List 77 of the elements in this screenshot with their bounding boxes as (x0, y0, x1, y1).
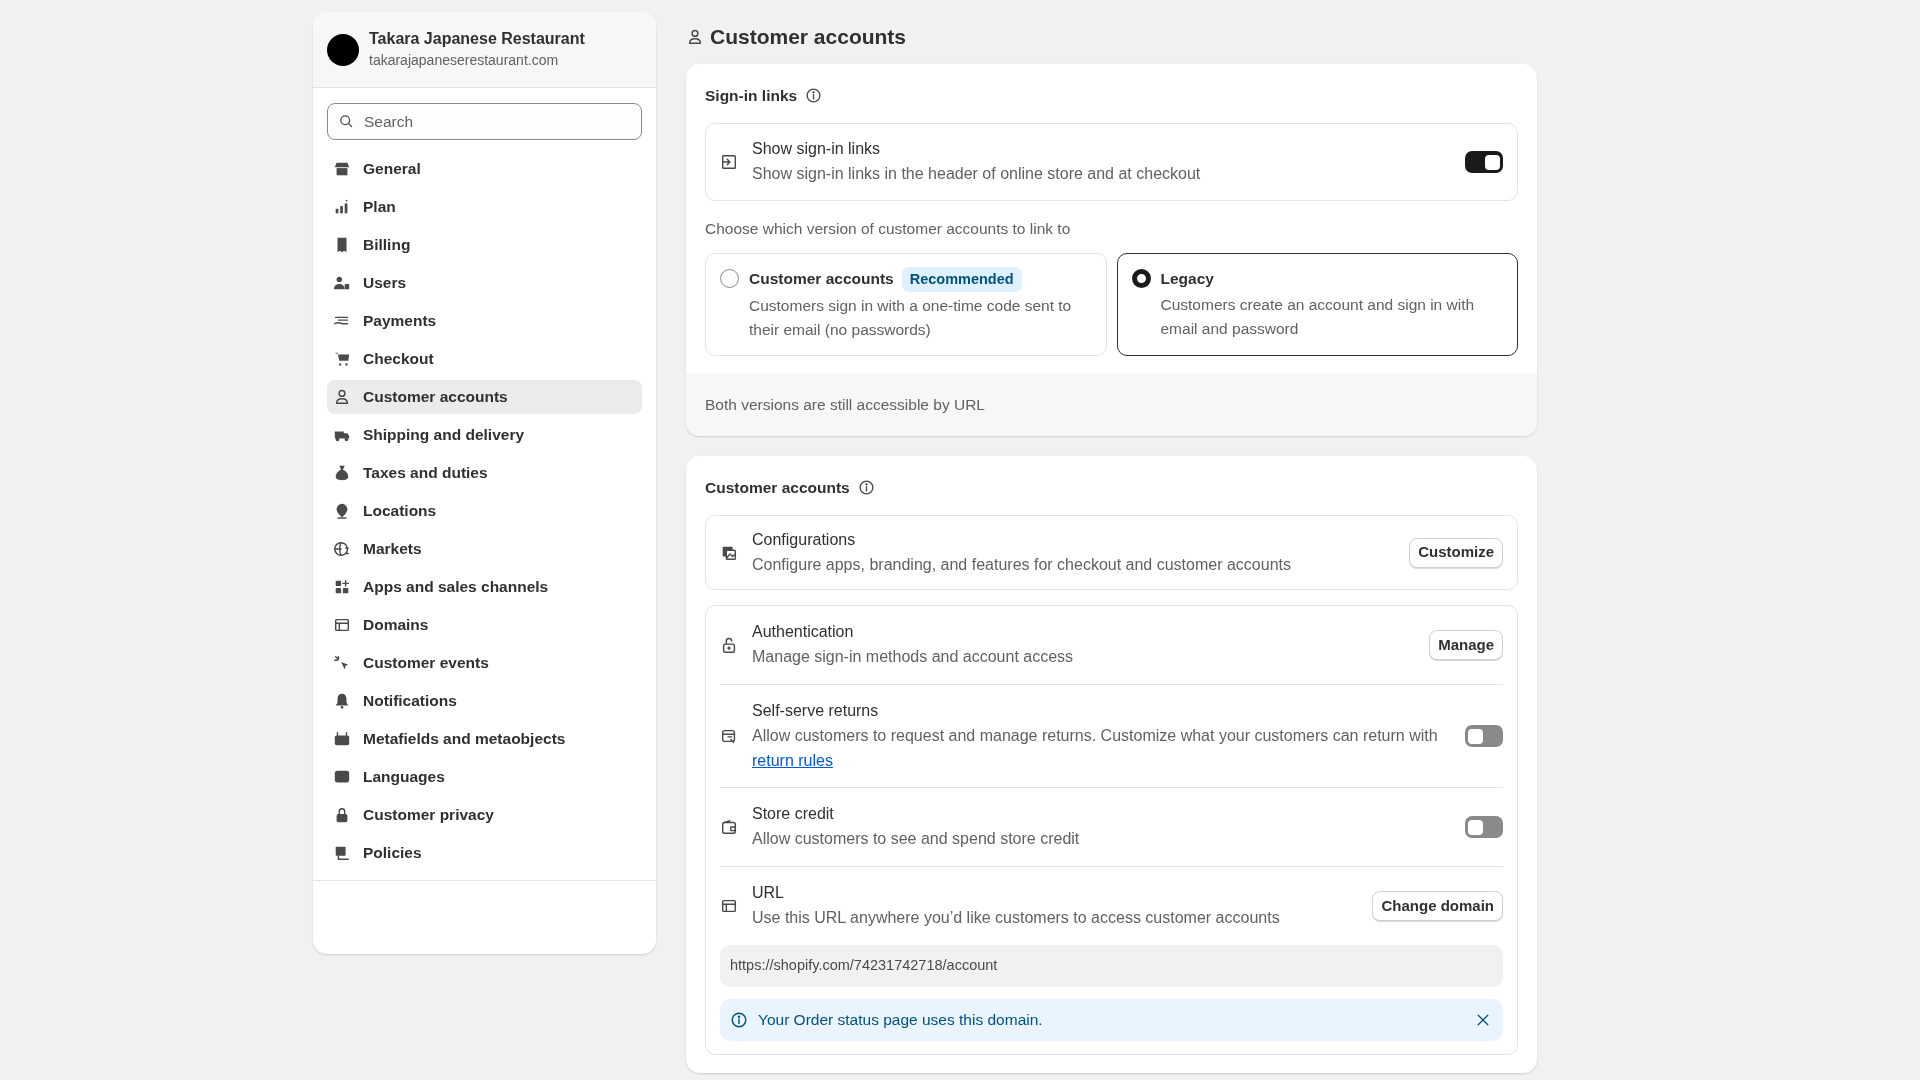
row-description: Allow customers to see and spend store credit (752, 829, 1081, 850)
sidebar-nav-item[interactable]: General (327, 152, 642, 186)
unlocked-lock-icon (720, 636, 738, 655)
prompt-text: Choose which version of customer accounts to link to (704, 218, 1072, 239)
radio-option-card[interactable]: Customer accounts Recommended Customers sign in with a one-time code sent to their email (no passwords) (705, 253, 1107, 356)
toggle-switch[interactable] (1465, 151, 1503, 174)
cart-icon (333, 350, 351, 368)
browser-window-icon (333, 616, 351, 634)
row-description: Show sign-in links in the header of online store and at checkout (752, 164, 1202, 185)
sidebar-nav-item[interactable]: Markets (327, 532, 642, 566)
return-rules-link[interactable]: return rules (752, 751, 833, 769)
page-title: Customer accounts (710, 24, 907, 51)
money-bag-icon (333, 464, 351, 482)
sidebar-nav-item[interactable]: Plan (327, 190, 642, 224)
row-title: Authentication (752, 622, 855, 643)
row-title: Configurations (752, 529, 857, 550)
action-button[interactable]: Change domain (1372, 890, 1503, 921)
toggle-switch[interactable] (1465, 725, 1503, 748)
person-icon (333, 388, 351, 406)
section-heading: Sign-in links (705, 86, 798, 106)
sidebar-nav-item[interactable]: Metafields and metaobjects (327, 722, 642, 756)
row-description: Use this URL anywhere you’d like customers to access customer accounts (752, 907, 1281, 928)
sidebar-nav-item[interactable]: Languages (327, 760, 642, 794)
row-description: Allow customers to request and manage returns. Customize what your customers can return with return rules (752, 725, 1439, 771)
apps-icon (333, 578, 351, 596)
option-title: Legacy (1160, 269, 1214, 290)
sidebar-nav-item[interactable]: Locations (327, 494, 642, 528)
sidebar-nav-item[interactable]: Policies (327, 836, 642, 870)
users-icon (333, 274, 351, 292)
sidebar-nav-item[interactable]: Notifications (327, 684, 642, 718)
info-icon (857, 478, 875, 496)
info-icon (805, 87, 823, 105)
store-name: Takara Japanese Restaurant (369, 29, 585, 50)
globe-icon (333, 540, 351, 558)
bell-icon (333, 692, 351, 710)
row-title: Store credit (752, 804, 835, 825)
store-logo (327, 33, 359, 66)
sidebar-nav-item[interactable]: Apps and sales channels (327, 570, 642, 604)
document-icon (333, 844, 351, 862)
search-field[interactable]: Search (327, 103, 642, 140)
row-title: URL (752, 883, 785, 903)
info-icon (730, 1010, 748, 1029)
sidebar-nav-item[interactable]: Customer privacy (327, 798, 642, 832)
action-button[interactable]: Manage (1429, 630, 1503, 661)
action-button[interactable]: Customize (1409, 537, 1503, 568)
option-description: Customers sign in with a one-time code sent to their email (no passwords) (749, 295, 1073, 340)
sidebar-nav-item[interactable]: Users (327, 266, 642, 300)
radio-option-card[interactable]: Legacy Customers create an account and sign in with email and password (1116, 253, 1518, 356)
wallet-icon (720, 818, 738, 837)
sidebar-nav-item[interactable]: Customer events (327, 646, 642, 680)
recommended-badge: Recommended (901, 267, 1022, 292)
toggle-switch[interactable] (1465, 816, 1503, 839)
url-field: https://shopify.com/74231742718/account (720, 944, 1503, 987)
row-title: Show sign-in links (752, 139, 882, 160)
sidebar-nav-item[interactable]: Billing (327, 228, 642, 262)
person-icon (686, 28, 704, 46)
sidebar-nav-item[interactable]: Customer accounts (327, 380, 642, 414)
sidebar-nav-item[interactable]: Shipping and delivery (327, 418, 642, 452)
sidebar-nav-item[interactable]: Payments (327, 304, 642, 338)
row-description: Manage sign-in methods and account access (752, 647, 1075, 668)
banner-message: Your Order status page uses this domain. (758, 1010, 1044, 1030)
radio-button[interactable] (1131, 269, 1151, 289)
sidebar-nav-item[interactable]: Checkout (327, 342, 642, 376)
store-domain: takarajapaneserestaurant.com (369, 52, 560, 70)
search-icon (338, 113, 354, 129)
sign-in-icon (720, 153, 738, 172)
footer-note: Both versions are still accessible by URL (686, 373, 1537, 436)
row-description: Configure apps, branding, and features for checkout and customer accounts (752, 554, 1292, 575)
row-title: Self-serve returns (752, 701, 880, 722)
store-icon (333, 160, 351, 178)
section-heading: Customer accounts (705, 477, 850, 498)
option-description: Customers create an account and sign in with email and password (1160, 295, 1476, 340)
box-return-icon (720, 727, 738, 746)
sidebar-nav-item[interactable]: Taxes and duties (327, 456, 642, 490)
option-title: Customer accounts (749, 269, 894, 290)
sidebar-nav-item[interactable]: Domains (327, 608, 642, 642)
cursor-click-icon (333, 654, 351, 672)
